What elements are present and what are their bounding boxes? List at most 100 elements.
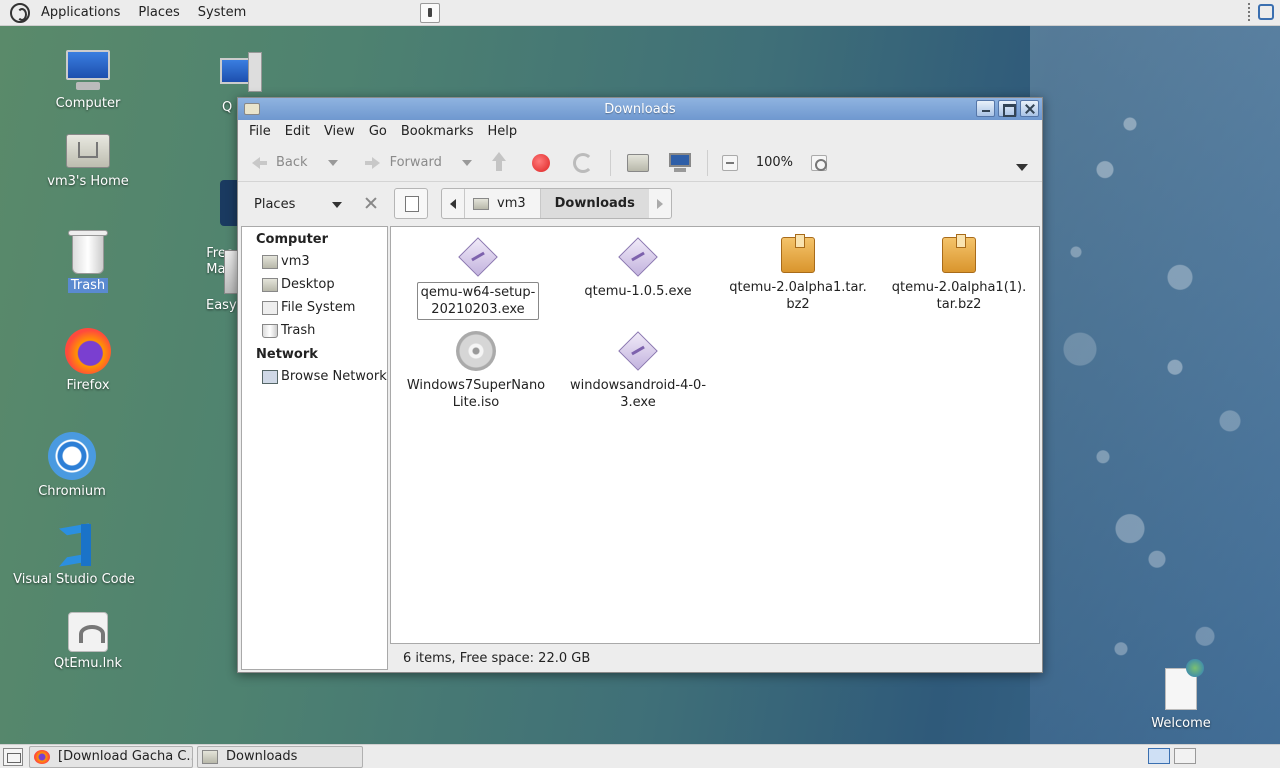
menu-help[interactable]: Help	[480, 120, 524, 144]
panel-tray	[1248, 3, 1274, 21]
executable-file-icon	[458, 237, 498, 277]
status-bar: 6 items, Free space: 22.0 GB	[390, 646, 1040, 670]
maximize-button[interactable]	[998, 100, 1017, 117]
bottom-panel: [Download Gacha C... Downloads	[0, 744, 1280, 768]
computer-icon	[64, 48, 112, 92]
toolbar-separator	[706, 149, 708, 176]
menu-edit[interactable]: Edit	[278, 120, 317, 144]
desktop-icon-label: Easy	[206, 298, 237, 313]
back-button[interactable]: Back	[244, 148, 344, 178]
menu-system[interactable]: System	[189, 0, 255, 26]
window-controls	[976, 100, 1039, 117]
window-title: Downloads	[604, 101, 676, 117]
sidebar-heading-network: Network	[256, 347, 318, 362]
desktop-icon-label: vm3's Home	[47, 174, 129, 189]
back-history-chevron-icon[interactable]	[327, 159, 338, 166]
breadcrumb-left-chevron-icon[interactable]	[442, 189, 464, 218]
welcome-doc-icon	[1165, 659, 1204, 710]
zoom-out-icon[interactable]	[721, 154, 738, 171]
menu-file[interactable]: File	[242, 120, 278, 144]
close-button[interactable]	[1020, 100, 1039, 117]
file-item[interactable]: qtemu-1.0.5.exe	[563, 237, 713, 301]
file-item[interactable]: qtemu-2.0alpha1.tar. bz2	[723, 234, 873, 314]
taskbar-item-firefox[interactable]: [Download Gacha C...	[29, 745, 193, 768]
workspace-switcher-2[interactable]	[1174, 748, 1196, 764]
computer-icon[interactable]	[668, 152, 691, 173]
sidebar-item-vm3[interactable]: vm3	[242, 250, 387, 273]
desktop-icon-firefox[interactable]: Firefox	[33, 328, 143, 393]
desktop-icon-vscode[interactable]: Visual Studio Code	[9, 522, 139, 587]
file-item[interactable]: qtemu-2.0alpha1(1). tar.bz2	[884, 234, 1034, 314]
file-item[interactable]: qemu-w64-setup- 20210203.exe	[403, 237, 553, 320]
edit-location-button[interactable]	[394, 188, 428, 219]
top-panel: Applications Places System	[0, 0, 1280, 26]
toolbar-separator	[609, 149, 611, 176]
sidebar-pane-selector[interactable]: Places	[242, 188, 388, 220]
forward-button[interactable]: Forward	[358, 148, 478, 178]
window-titlebar[interactable]: Downloads	[238, 98, 1042, 120]
network-icon	[262, 369, 278, 384]
desktop-icon-easy-partial[interactable]: Easy	[204, 250, 237, 313]
close-sidebar-icon[interactable]	[364, 196, 378, 210]
top-menu: Applications Places System	[32, 0, 255, 26]
taskbar-item-downloads[interactable]: Downloads	[197, 745, 363, 768]
sidebar-item-label: Trash	[281, 323, 316, 338]
breadcrumb-vm3[interactable]: vm3	[464, 189, 540, 218]
taskbar-item-label: Downloads	[226, 749, 298, 764]
show-desktop-icon[interactable]	[3, 747, 23, 766]
back-arrow-icon	[250, 154, 268, 172]
file-name: qtemu-2.0alpha1(1). tar.bz2	[891, 280, 1027, 312]
sidebar-item-trash[interactable]: Trash	[242, 319, 387, 342]
toolbar-overflow-chevron-icon[interactable]	[1016, 164, 1028, 171]
reload-icon[interactable]	[572, 152, 593, 173]
desktop-icon-qtemu[interactable]: QtEmu.lnk	[33, 612, 143, 671]
desktop-icon-chromium[interactable]: Chromium	[17, 432, 127, 499]
desktop-icon-trash[interactable]: Trash	[33, 228, 143, 293]
desktop-icon-label: Trash	[67, 278, 109, 293]
minimize-button[interactable]	[976, 100, 995, 117]
file-name: windowsandroid-4-0- 3.exe	[569, 378, 707, 410]
file-item[interactable]: Windows7SuperNano Lite.iso	[401, 331, 551, 412]
up-arrow-icon[interactable]	[487, 151, 511, 175]
panel-applet-icon[interactable]	[420, 3, 440, 23]
easy-app-icon	[224, 250, 237, 294]
desktop-icon-welcome[interactable]: Welcome	[1148, 658, 1214, 731]
sidebar-item-filesystem[interactable]: File System	[242, 296, 387, 319]
home-folder-icon[interactable]	[626, 153, 649, 172]
desktop-icon-home[interactable]: vm3's Home	[33, 128, 143, 189]
back-label: Back	[276, 155, 308, 170]
menu-go[interactable]: Go	[362, 120, 394, 144]
desktop-icon-computer[interactable]: Computer	[33, 48, 143, 111]
menu-view[interactable]: View	[317, 120, 362, 144]
filesystem-icon	[262, 300, 278, 315]
file-manager-window: Downloads File Edit View Go Bookmarks He…	[237, 97, 1043, 673]
sidebar-item-desktop[interactable]: Desktop	[242, 273, 387, 296]
forward-arrow-icon	[364, 154, 382, 172]
desktop-icon-label: Firefox	[66, 378, 110, 393]
executable-file-icon	[618, 237, 658, 277]
desktop-icon-label: Visual Studio Code	[13, 572, 135, 587]
file-name: qtemu-1.0.5.exe	[584, 284, 692, 299]
workspace-switcher-1[interactable]	[1148, 748, 1170, 764]
places-sidebar: Computer vm3 Desktop File System Trash N…	[241, 226, 388, 670]
zoom-in-icon[interactable]	[811, 154, 828, 171]
breadcrumb: vm3 Downloads	[441, 188, 672, 219]
forward-history-chevron-icon[interactable]	[461, 159, 472, 166]
distro-logo-icon[interactable]	[10, 2, 30, 23]
menu-bookmarks[interactable]: Bookmarks	[394, 120, 481, 144]
file-view[interactable]: qemu-w64-setup- 20210203.exe qtemu-1.0.5…	[390, 226, 1040, 644]
sidebar-item-browse-network[interactable]: Browse Network	[242, 365, 387, 388]
firefox-icon	[34, 749, 50, 764]
zoom-level: 100%	[755, 155, 794, 170]
network-status-icon[interactable]	[1258, 4, 1274, 20]
breadcrumb-downloads[interactable]: Downloads	[539, 189, 649, 218]
file-item[interactable]: windowsandroid-4-0- 3.exe	[563, 331, 713, 412]
firefox-icon	[65, 328, 111, 374]
stop-icon[interactable]	[531, 153, 550, 172]
menu-places[interactable]: Places	[129, 0, 188, 26]
menu-applications[interactable]: Applications	[32, 0, 129, 26]
wallpaper-bubbles-2	[1040, 60, 1220, 700]
vscode-icon	[51, 522, 97, 568]
breadcrumb-right-chevron-icon[interactable]	[649, 189, 671, 218]
forward-label: Forward	[389, 155, 442, 170]
